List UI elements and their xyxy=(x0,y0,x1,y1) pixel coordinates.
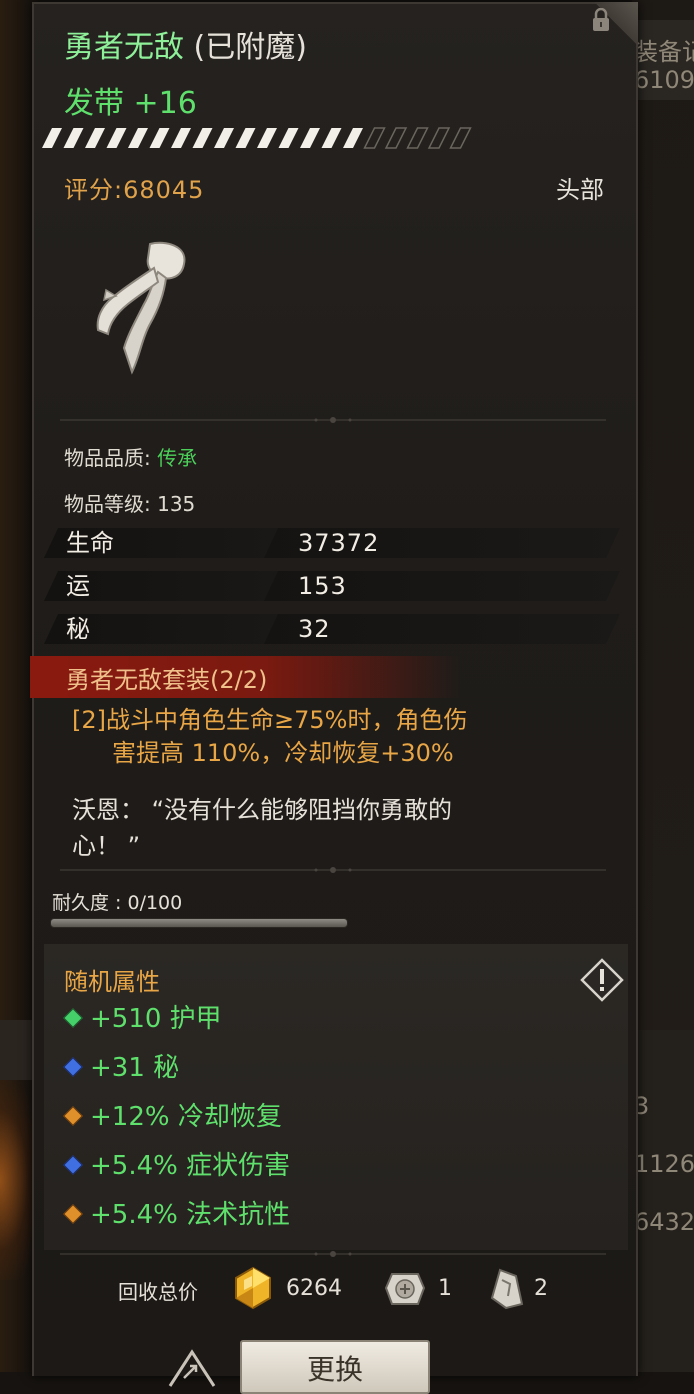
durability-bar xyxy=(50,918,348,928)
shard-value: 2 xyxy=(534,1276,548,1301)
orange-gem-icon xyxy=(63,1204,83,1224)
stat-name: 生命 xyxy=(66,529,114,557)
set-bonus-description: [2]战斗中角色生命≥75%时，角色伤 害提高 110%，冷却恢复+30% xyxy=(72,704,612,770)
lock-icon[interactable] xyxy=(592,8,610,32)
item-type: 发带 +16 xyxy=(64,86,197,121)
progress-segment-filled xyxy=(214,128,234,148)
progress-segment-filled xyxy=(321,128,342,148)
progress-segment-empty xyxy=(427,127,451,149)
progress-segment-empty xyxy=(384,127,408,149)
random-attributes-title: 随机属性 xyxy=(64,968,160,996)
divider xyxy=(60,417,606,423)
stat-value: 32 xyxy=(298,615,331,643)
progress-segment-filled xyxy=(171,128,191,148)
durability-label: 耐久度 : 0/100 xyxy=(52,892,183,914)
background-text: 6109 xyxy=(634,66,694,94)
random-attribute-item: +31 秘 xyxy=(62,1047,179,1084)
blue-gem-icon xyxy=(63,1155,83,1175)
shard-icon xyxy=(490,1268,524,1310)
flavor-line: 沃恩： “没有什么能够阻挡你勇敢的 xyxy=(72,796,453,824)
progress-segment-filled xyxy=(63,128,84,148)
flavor-line: 心！ ” xyxy=(72,832,141,860)
progress-segment-filled xyxy=(278,128,299,148)
gold-crystal-icon xyxy=(235,1266,271,1310)
enhance-progress-bar xyxy=(42,127,472,149)
progress-segment-empty xyxy=(363,127,386,149)
item-slot: 头部 xyxy=(556,176,604,204)
progress-segment-filled xyxy=(300,128,320,148)
progress-segment-filled xyxy=(85,128,105,148)
flavor-text: 沃恩： “没有什么能够阻挡你勇敢的 心！ ” xyxy=(72,792,612,864)
stone-value: 1 xyxy=(438,1276,452,1301)
divider xyxy=(60,1251,606,1257)
random-attribute-item: +510 护甲 xyxy=(62,998,222,1035)
item-name: 勇者无敌 (已附魔) xyxy=(64,30,307,65)
progress-segment-filled xyxy=(42,128,62,148)
set-bonus-title: 勇者无敌套装(2/2) xyxy=(66,666,268,694)
enchant-tag: (已附魔) xyxy=(193,30,307,65)
quality-value: 传承 xyxy=(157,446,198,470)
random-attribute-item: +12% 冷却恢复 xyxy=(62,1096,282,1133)
progress-segment-filled xyxy=(192,128,213,148)
divider xyxy=(60,867,606,873)
progress-segment-filled xyxy=(106,128,127,148)
share-icon[interactable] xyxy=(166,1348,218,1388)
item-level: 物品等级: 135 xyxy=(64,492,196,516)
rune-stone-icon xyxy=(384,1273,426,1305)
headband-icon xyxy=(96,241,186,375)
stat-row: 运 153 xyxy=(44,571,624,601)
progress-segment-filled xyxy=(235,128,256,148)
progress-segment-empty xyxy=(406,127,429,149)
progress-segment-filled xyxy=(343,128,363,148)
progress-segment-filled xyxy=(257,128,277,148)
random-attribute-item: +5.4% 法术抗性 xyxy=(62,1194,290,1231)
background-text: 6432 xyxy=(634,1208,694,1236)
background-text: 装备记 xyxy=(634,38,694,66)
progress-segment-filled xyxy=(128,128,148,148)
set-bonus-line: [2]战斗中角色生命≥75%时，角色伤 xyxy=(72,706,468,734)
set-bonus-line: 害提高 110%，冷却恢复+30% xyxy=(112,739,454,767)
random-attribute-item: +5.4% 症状伤害 xyxy=(62,1145,290,1182)
green-gem-icon xyxy=(63,1008,83,1028)
stat-value: 153 xyxy=(298,572,347,600)
background-right-lower xyxy=(632,1030,694,1372)
info-icon[interactable] xyxy=(580,958,624,1002)
stat-row: 秘 32 xyxy=(44,614,624,644)
item-score: 评分:68045 xyxy=(64,176,205,204)
stat-name: 运 xyxy=(66,572,90,600)
progress-segment-empty xyxy=(449,127,472,149)
background-text: 1126 xyxy=(634,1150,694,1178)
gold-value: 6264 xyxy=(286,1276,342,1301)
quality-row: 物品品质: 传承 xyxy=(64,446,198,470)
stat-value: 37372 xyxy=(298,529,380,557)
orange-gem-icon xyxy=(63,1106,83,1126)
recycle-label: 回收总价 xyxy=(118,1280,198,1304)
blue-gem-icon xyxy=(63,1057,83,1077)
progress-segment-filled xyxy=(149,128,170,148)
swap-button-label: 更换 xyxy=(306,1353,363,1386)
swap-button[interactable]: 更换 xyxy=(240,1340,430,1394)
stat-row: 生命 37372 xyxy=(44,528,624,558)
stat-name: 秘 xyxy=(66,615,90,643)
